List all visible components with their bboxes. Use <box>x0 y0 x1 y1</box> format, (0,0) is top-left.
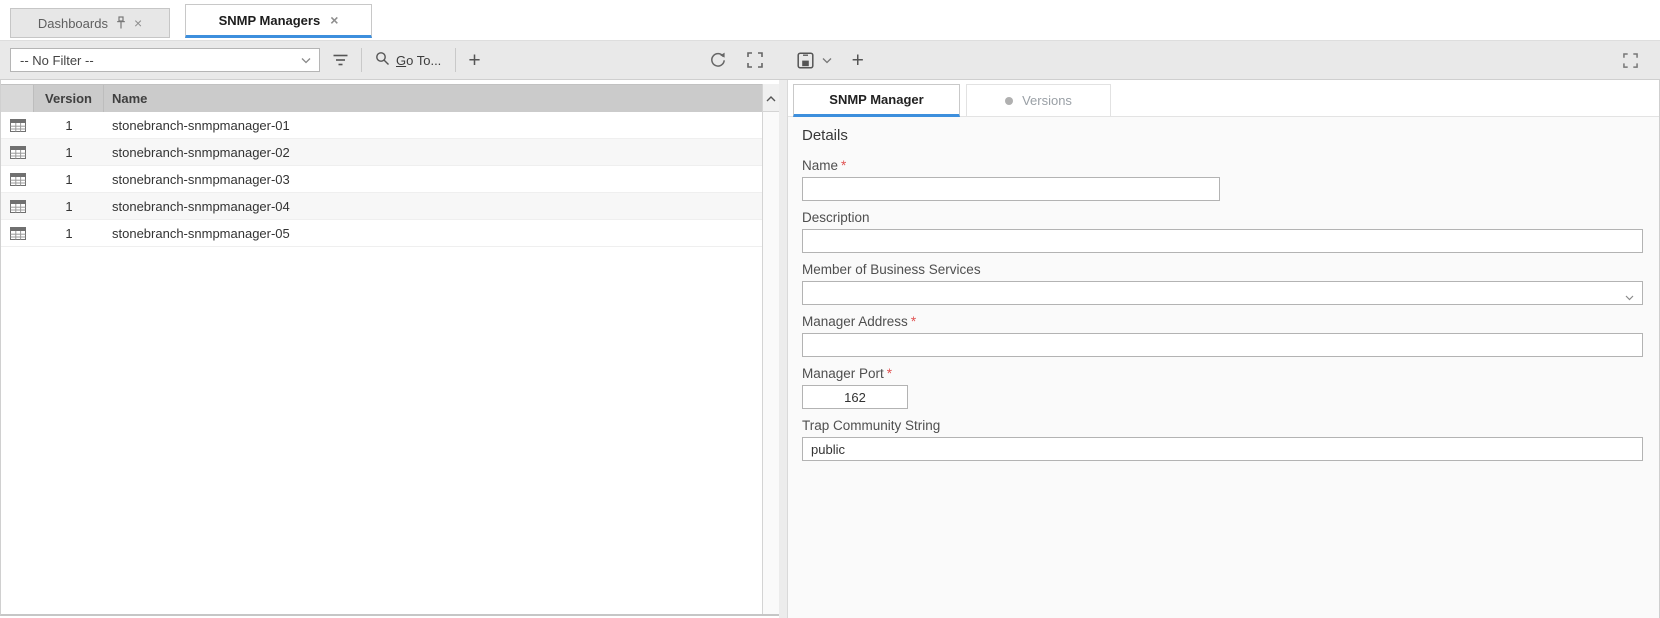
goto-button[interactable]: Go To... <box>375 51 441 69</box>
table-row[interactable]: 1 stonebranch-snmpmanager-03 <box>1 166 763 193</box>
expand-button[interactable] <box>747 52 763 68</box>
row-name: stonebranch-snmpmanager-01 <box>104 118 763 133</box>
table-grid-icon[interactable] <box>1 227 34 240</box>
tab-snmp-managers-label: SNMP Managers <box>219 13 321 28</box>
detail-tab-bar: SNMP Manager Versions <box>788 80 1659 117</box>
goto-label: Go To... <box>396 53 441 68</box>
refresh-button[interactable] <box>709 51 727 69</box>
manager-port-label: Manager Port* <box>802 366 1643 382</box>
business-services-select[interactable] <box>802 281 1643 305</box>
required-marker: * <box>887 366 892 381</box>
row-version: 1 <box>34 226 104 241</box>
save-menu-chevron[interactable] <box>822 57 832 64</box>
trap-community-label: Trap Community String <box>802 418 1643 434</box>
search-icon <box>375 51 390 69</box>
panel-splitter[interactable] <box>779 80 788 618</box>
manager-port-field: Manager Port* <box>802 366 1643 409</box>
details-form: Details Name* Description Member of Busi… <box>788 117 1659 618</box>
application-window: Dashboards × SNMP Managers × -- No Filte… <box>0 0 1660 618</box>
row-name: stonebranch-snmpmanager-03 <box>104 172 763 187</box>
filter-select[interactable]: -- No Filter -- <box>10 48 320 72</box>
manager-address-field: Manager Address* <box>802 314 1643 357</box>
toolbar-separator <box>455 48 456 72</box>
manager-port-input[interactable] <box>802 385 908 409</box>
content-area: Version Name 1 stonebranch-snmpmanager-0… <box>0 80 1660 618</box>
list-add-button[interactable]: + <box>468 50 480 71</box>
pin-icon[interactable] <box>115 16 127 30</box>
detail-tab-versions[interactable]: Versions <box>966 84 1111 116</box>
row-name: stonebranch-snmpmanager-02 <box>104 145 763 160</box>
maximize-button[interactable] <box>1623 53 1638 68</box>
row-version: 1 <box>34 172 104 187</box>
trap-community-input[interactable] <box>802 437 1643 461</box>
section-title: Details <box>802 127 1643 144</box>
table-grid-icon[interactable] <box>1 146 34 159</box>
tab-snmp-managers[interactable]: SNMP Managers × <box>185 4 372 38</box>
description-field: Description <box>802 210 1643 253</box>
table-grid-icon[interactable] <box>1 200 34 213</box>
name-input[interactable] <box>802 177 1220 201</box>
close-icon[interactable]: × <box>134 16 142 30</box>
row-version: 1 <box>34 145 104 160</box>
row-name: stonebranch-snmpmanager-04 <box>104 199 763 214</box>
snmp-manager-detail-panel: SNMP Manager Versions Details Name* Desc… <box>788 80 1660 618</box>
table-row[interactable]: 1 stonebranch-snmpmanager-04 <box>1 193 763 220</box>
manager-address-input[interactable] <box>802 333 1643 357</box>
list-header-row: Version Name <box>1 84 763 112</box>
list-rows: 1 stonebranch-snmpmanager-01 1 stonebran… <box>1 112 763 247</box>
window-tab-bar: Dashboards × SNMP Managers × <box>0 0 1660 40</box>
dot-icon <box>1005 97 1013 105</box>
snmp-managers-list: Version Name 1 stonebranch-snmpmanager-0… <box>0 80 779 616</box>
detail-new-button[interactable]: + <box>852 50 864 71</box>
row-version: 1 <box>34 118 104 133</box>
description-input[interactable] <box>802 229 1643 253</box>
list-scrollbar[interactable] <box>762 84 779 614</box>
required-marker: * <box>911 314 916 329</box>
table-row[interactable]: 1 stonebranch-snmpmanager-01 <box>1 112 763 139</box>
name-label: Name* <box>802 158 1643 174</box>
scroll-up-button[interactable] <box>763 84 779 112</box>
row-name: stonebranch-snmpmanager-05 <box>104 226 763 241</box>
column-header-icon[interactable] <box>1 85 34 112</box>
business-services-label: Member of Business Services <box>802 262 1643 278</box>
tab-dashboards-label: Dashboards <box>38 16 108 31</box>
close-icon[interactable]: × <box>330 13 338 27</box>
filter-select-value: -- No Filter -- <box>11 53 301 68</box>
chevron-down-icon <box>301 57 311 64</box>
trap-community-field: Trap Community String <box>802 418 1643 461</box>
required-marker: * <box>841 158 846 173</box>
save-button[interactable] <box>797 52 814 69</box>
name-field: Name* <box>802 158 1643 201</box>
description-label: Description <box>802 210 1643 226</box>
table-grid-icon[interactable] <box>1 119 34 132</box>
tab-dashboards[interactable]: Dashboards × <box>10 8 170 38</box>
detail-tab-versions-label: Versions <box>1022 93 1072 108</box>
chevron-up-icon <box>766 90 776 105</box>
filter-icon[interactable] <box>332 53 349 67</box>
detail-tab-snmp-manager-label: SNMP Manager <box>829 92 923 107</box>
list-toolbar: -- No Filter -- Go To... + <box>0 40 1660 80</box>
detail-tab-snmp-manager[interactable]: SNMP Manager <box>793 84 960 117</box>
table-grid-icon[interactable] <box>1 173 34 186</box>
manager-address-label: Manager Address* <box>802 314 1643 330</box>
row-version: 1 <box>34 199 104 214</box>
table-row[interactable]: 1 stonebranch-snmpmanager-05 <box>1 220 763 247</box>
toolbar-separator <box>361 48 362 72</box>
business-services-field: Member of Business Services <box>802 262 1643 305</box>
column-header-version[interactable]: Version <box>34 85 104 112</box>
column-header-name[interactable]: Name <box>104 85 763 112</box>
table-row[interactable]: 1 stonebranch-snmpmanager-02 <box>1 139 763 166</box>
